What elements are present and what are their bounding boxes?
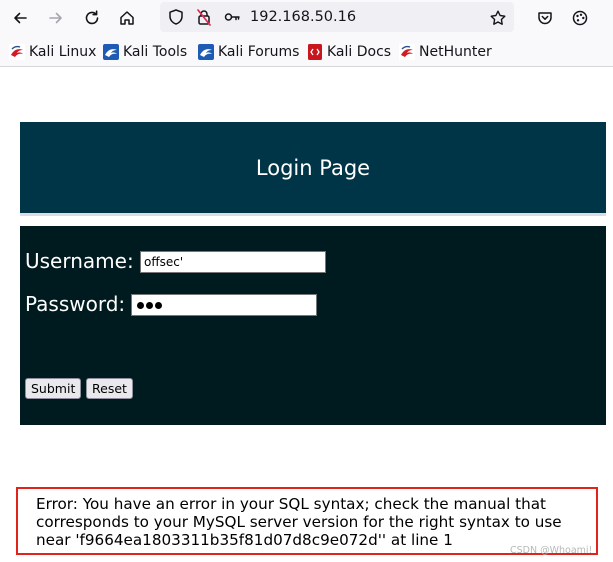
username-input[interactable] (140, 251, 326, 273)
submit-button[interactable]: Submit (25, 378, 82, 399)
reload-button[interactable] (79, 5, 105, 31)
browser-toolbar: 192.168.50.16 (0, 0, 613, 36)
shield-icon[interactable] (167, 8, 185, 26)
forward-button[interactable] (43, 5, 69, 31)
url-bar[interactable]: 192.168.50.16 (160, 2, 514, 32)
bookmark-label: Kali Linux (29, 44, 97, 60)
extensions-button[interactable] (567, 5, 593, 31)
kali-dragon-icon (9, 44, 25, 60)
page-title: Login Page (255, 155, 371, 180)
bookmark-star-button[interactable] (485, 5, 511, 31)
insecure-lock-icon[interactable] (195, 8, 213, 26)
username-label: Username: (25, 249, 134, 273)
home-button[interactable] (114, 5, 140, 31)
star-icon (490, 10, 506, 25)
kali-dragon-icon (198, 44, 214, 60)
back-button[interactable] (7, 5, 33, 31)
reset-button[interactable]: Reset (86, 378, 133, 399)
bookmark-label: Kali Docs (327, 44, 392, 60)
bookmark-kali-linux[interactable]: Kali Linux (9, 42, 96, 62)
bookmark-label: NetHunter (419, 44, 492, 60)
login-form: Username: Password: Submit Reset (20, 226, 606, 425)
key-icon[interactable] (223, 8, 241, 26)
pocket-icon (538, 12, 552, 25)
bookmark-kali-docs[interactable]: Kali Docs (307, 42, 391, 62)
watermark: CSDN @Whoami! (510, 545, 593, 556)
bookmark-kali-tools[interactable]: Kali Tools (103, 42, 187, 62)
password-dot (146, 302, 153, 309)
bookmark-label: Kali Forums (218, 44, 300, 60)
password-dot (137, 302, 144, 309)
home-icon (120, 11, 134, 25)
login-header: Login Page (20, 122, 606, 213)
kali-dragon-icon (103, 44, 119, 60)
bookmark-nethunter[interactable]: NetHunter (399, 42, 492, 62)
header-divider (20, 213, 606, 216)
pocket-button[interactable] (532, 5, 558, 31)
bookmark-label: Kali Tools (123, 44, 188, 60)
password-input[interactable] (131, 294, 317, 316)
password-dot (155, 302, 162, 309)
kali-docs-icon (307, 44, 323, 60)
back-arrow-icon (14, 12, 27, 24)
password-label: Password: (25, 292, 126, 316)
bookmark-kali-forums[interactable]: Kali Forums (198, 42, 299, 62)
url-text[interactable]: 192.168.50.16 (250, 8, 356, 26)
reload-icon (85, 10, 99, 25)
forward-arrow-icon (49, 12, 62, 24)
extensions-icon (572, 10, 588, 26)
bookmarks-bar: Kali Linux Kali Tools Kali Forums Kali D… (0, 36, 613, 67)
kali-dragon-icon (399, 44, 415, 60)
error-message: Error: You have an error in your SQL syn… (36, 495, 562, 549)
password-mask (137, 298, 162, 309)
